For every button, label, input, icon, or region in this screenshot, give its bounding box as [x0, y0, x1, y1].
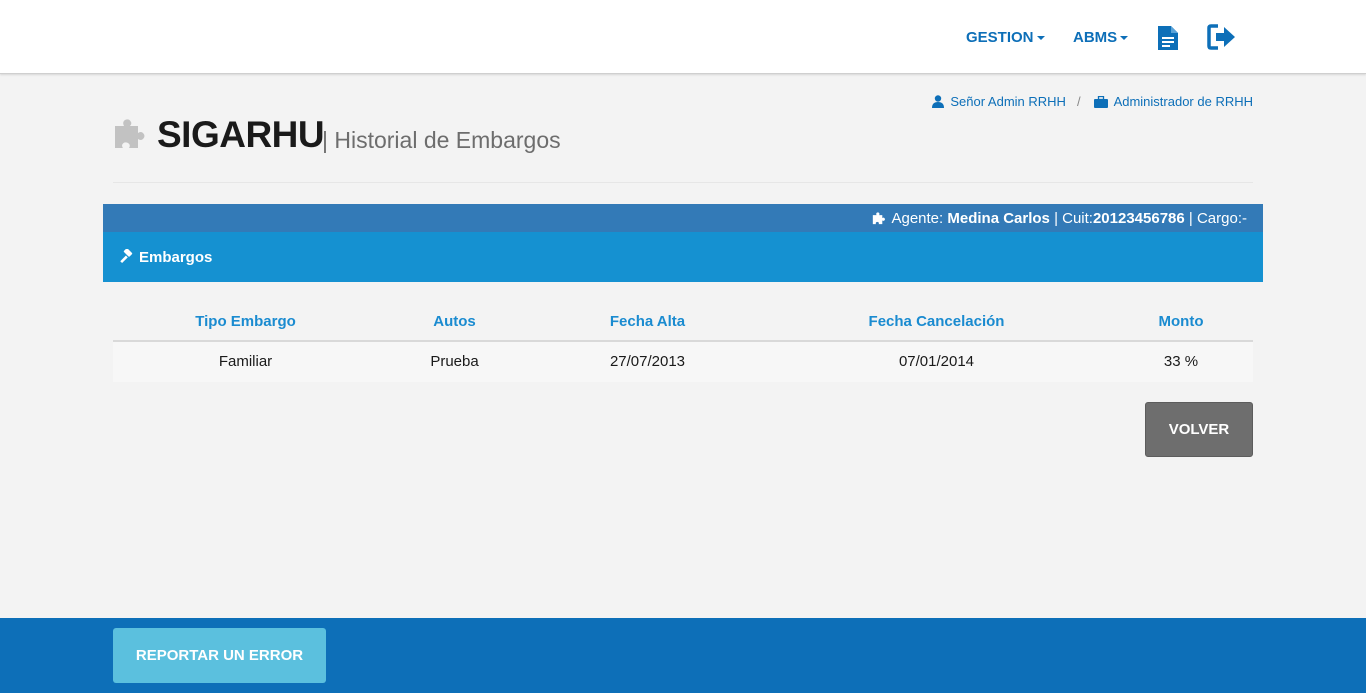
logout-icon[interactable]	[1207, 24, 1237, 55]
puzzle-icon	[871, 211, 887, 225]
abms-menu[interactable]: ABMS	[1073, 0, 1129, 74]
top-navbar: GESTION ABMS	[0, 0, 1366, 74]
user-name-link[interactable]: Señor Admin RRHH	[950, 94, 1066, 109]
user-breadcrumb: Señor Admin RRHH / Administrador de RRHH	[932, 94, 1253, 109]
table-cell: 07/01/2014	[898, 353, 975, 370]
table-cell: Prueba	[430, 353, 479, 370]
title-divider	[113, 182, 1253, 183]
briefcase-icon	[1093, 95, 1108, 108]
table-row[interactable]: Familiar Prueba 27/07/2013 07/01/2014 33…	[113, 342, 1253, 382]
column-header[interactable]: Monto	[1109, 301, 1253, 340]
agent-label: Agente:	[891, 209, 944, 227]
back-button[interactable]: VOLVER	[1145, 402, 1253, 457]
report-error-button[interactable]: REPORTAR UN ERROR	[113, 628, 326, 683]
cuit-value: 20123456786	[1092, 209, 1185, 227]
table-cell: 27/07/2013	[609, 353, 686, 370]
user-role-link[interactable]: Administrador de RRHH	[1114, 94, 1253, 109]
embargos-table: Tipo Embargo Autos Fecha Alta Fecha Canc…	[113, 301, 1253, 382]
section-title: Embargos	[139, 248, 213, 266]
breadcrumb-separator: /	[1076, 94, 1081, 109]
column-header[interactable]: Fecha Cancelación	[764, 301, 1109, 340]
embargos-section-header: Embargos	[103, 232, 1263, 282]
puzzle-icon	[112, 116, 148, 155]
column-header[interactable]: Autos	[378, 301, 531, 340]
chevron-down-icon[interactable]	[1120, 36, 1129, 40]
agent-info-bar: Agente: Medina Carlos | Cuit: 20123456786…	[103, 204, 1263, 232]
cargo-label: | Cargo:-	[1188, 209, 1247, 227]
gestion-menu-label[interactable]: GESTION	[966, 29, 1034, 46]
chevron-down-icon[interactable]	[1036, 36, 1045, 40]
gestion-menu[interactable]: GESTION	[966, 0, 1045, 74]
column-header[interactable]: Fecha Alta	[531, 301, 764, 340]
page-title: SIGARHU	[157, 114, 325, 155]
table-header: Tipo Embargo Autos Fecha Alta Fecha Canc…	[113, 301, 1253, 342]
column-header[interactable]: Tipo Embargo	[113, 301, 378, 340]
page-subtitle: | Historial de Embargos	[322, 127, 561, 153]
gavel-icon	[119, 249, 135, 265]
agent-name: Medina Carlos	[947, 209, 1050, 227]
abms-menu-label[interactable]: ABMS	[1073, 29, 1117, 46]
document-icon[interactable]	[1157, 25, 1179, 56]
table-cell: Familiar	[218, 353, 273, 370]
table-cell: 33 %	[1163, 353, 1199, 370]
user-icon	[932, 95, 945, 108]
cuit-label: | Cuit:	[1054, 209, 1093, 227]
